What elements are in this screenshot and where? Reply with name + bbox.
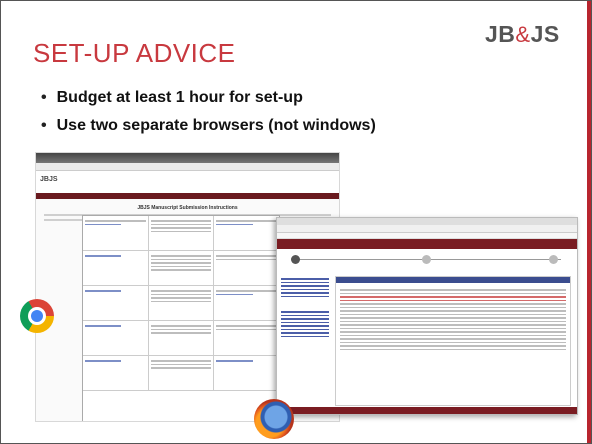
table-cell <box>149 216 215 250</box>
bullet-item: Budget at least 1 hour for set-up <box>41 89 376 107</box>
browser-address-bar <box>36 163 339 171</box>
table-cell <box>83 321 149 355</box>
slide: JB&JS SET-UP ADVICE Budget at least 1 ho… <box>0 0 592 444</box>
right-accent-bar <box>587 1 591 443</box>
logo-amp: & <box>515 22 531 47</box>
logo-left: JB <box>485 21 516 47</box>
browser-tab-strip <box>277 218 577 225</box>
step-indicator <box>549 255 558 264</box>
table-cell <box>214 251 279 285</box>
chrome-icon <box>20 299 54 333</box>
table-cell <box>149 251 215 285</box>
instructions-heading: JBJS Manuscript Submission Instructions <box>137 205 238 211</box>
logo-right: JS <box>530 21 560 47</box>
table-cell <box>83 251 149 285</box>
instructions-table <box>82 215 280 421</box>
table-cell <box>214 216 279 250</box>
table-row <box>83 216 279 251</box>
progress-steps <box>277 249 577 273</box>
table-cell <box>214 356 279 390</box>
table-row <box>83 321 279 356</box>
site-nav-bar <box>36 193 339 199</box>
table-cell <box>149 356 215 390</box>
table-row <box>83 251 279 286</box>
step-indicator <box>291 255 300 264</box>
slide-title: SET-UP ADVICE <box>33 38 236 68</box>
table-cell <box>149 321 215 355</box>
table-cell <box>83 356 149 390</box>
site-logo: JBJS <box>40 176 58 183</box>
bullet-list: Budget at least 1 hour for set-up Use tw… <box>41 89 376 145</box>
site-footer <box>277 407 577 414</box>
firefox-browser-screenshot <box>276 217 578 415</box>
browser-toolbar <box>277 225 577 233</box>
table-row <box>83 356 279 391</box>
main-content-panel <box>335 276 571 406</box>
sidebar-instructions <box>281 276 329 396</box>
bullet-item: Use two separate browsers (not windows) <box>41 117 376 135</box>
table-cell <box>214 321 279 355</box>
table-cell <box>83 286 149 320</box>
table-cell <box>214 286 279 320</box>
step-indicator <box>422 255 431 264</box>
table-cell <box>149 286 215 320</box>
site-header: JBJS <box>36 171 339 193</box>
browser-titlebar <box>36 153 339 163</box>
table-cell <box>83 216 149 250</box>
firefox-icon <box>254 399 294 439</box>
site-header <box>277 239 577 249</box>
jbjs-logo: JB&JS <box>485 21 560 48</box>
table-row <box>83 286 279 321</box>
